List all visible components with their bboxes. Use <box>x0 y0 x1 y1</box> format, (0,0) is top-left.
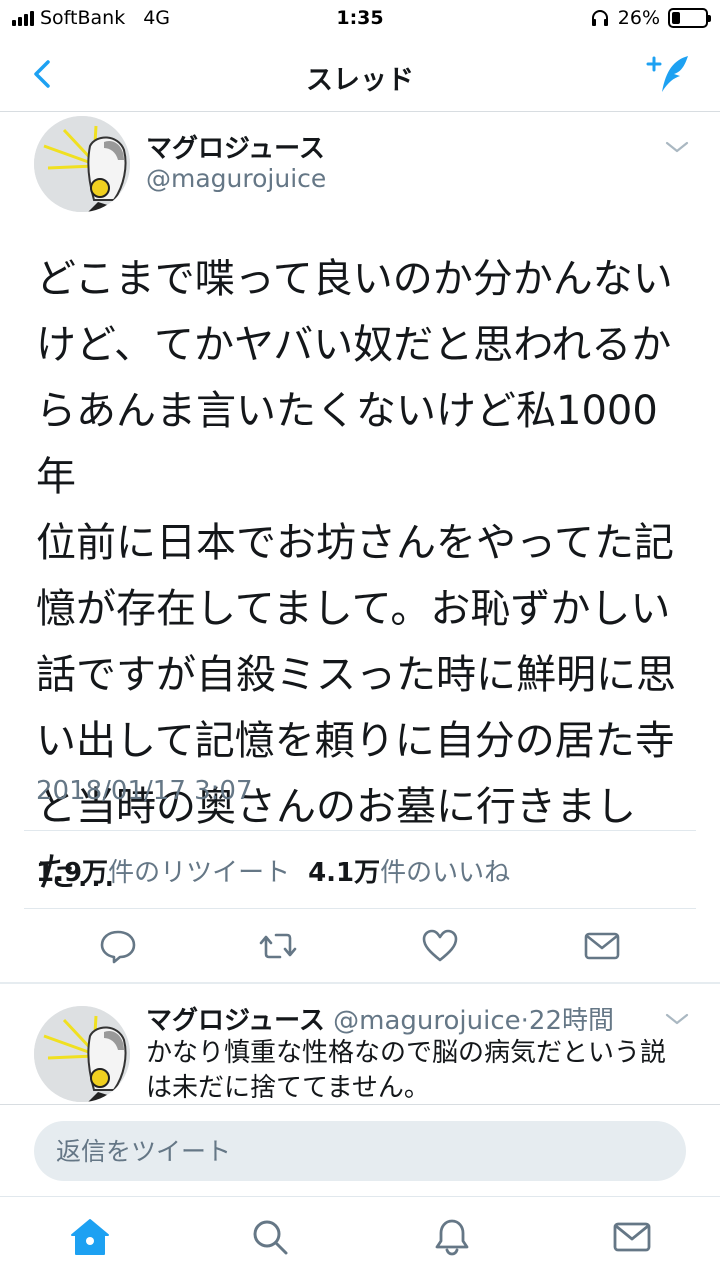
reply-composer <box>0 1104 720 1196</box>
retweet-count: 1.9万 <box>36 858 109 888</box>
reply-author-name[interactable]: マグロジュース <box>146 1006 325 1036</box>
reply-separator: · <box>520 1006 529 1036</box>
headphones-icon <box>591 10 608 26</box>
like-label: 件のいいね <box>380 858 511 888</box>
chevron-down-icon[interactable] <box>664 138 690 156</box>
reply-avatar[interactable] <box>34 1006 130 1102</box>
section-separator <box>0 982 720 984</box>
battery-icon <box>668 8 711 28</box>
author-name[interactable]: マグロジュース <box>146 128 325 165</box>
reply-header: マグロジュース @magurojuice·22時間 <box>146 1000 614 1037</box>
like-count: 4.1万 <box>308 858 381 888</box>
avatar-illustration <box>34 1006 130 1102</box>
reply-author-handle[interactable]: @magurojuice <box>333 1006 520 1036</box>
reply-text: かなり慎重な性格なので脳の病気だという説は未だに捨ててません。 <box>146 1038 667 1103</box>
avatar-illustration <box>34 116 130 212</box>
nav-bar: スレッド <box>0 38 720 112</box>
messages-icon[interactable] <box>612 1217 652 1257</box>
retweet-icon[interactable] <box>258 926 298 966</box>
reply-time: 22時間 <box>528 1006 614 1036</box>
message-icon[interactable] <box>582 926 622 966</box>
author-handle[interactable]: @magurojuice <box>146 164 326 193</box>
reply-input[interactable] <box>34 1121 686 1181</box>
divider <box>24 830 696 831</box>
home-icon[interactable] <box>70 1217 110 1257</box>
status-right: 26% <box>590 7 711 29</box>
notifications-icon[interactable] <box>432 1217 472 1257</box>
tweet-text: どこまで喋って良いのか分かんない けど、てかヤバい奴だと思われるか らあんま言い… <box>36 256 676 896</box>
search-icon[interactable] <box>250 1217 290 1257</box>
battery-percent: 26% <box>617 7 660 29</box>
retweet-stat[interactable]: 1.9万件のリツイート <box>36 852 290 889</box>
tweet-stats: 1.9万件のリツイート 4.1万件のいいね <box>36 852 510 889</box>
retweet-label: 件のリツイート <box>108 858 291 888</box>
like-icon[interactable] <box>420 926 460 966</box>
status-bar: SoftBank 4G 1:35 26% <box>0 0 720 38</box>
like-stat[interactable]: 4.1万件のいいね <box>308 852 510 889</box>
tweet-timestamp: 2018/01/17 3:07 <box>36 776 253 806</box>
nav-title: スレッド <box>306 65 414 96</box>
avatar[interactable] <box>34 116 130 212</box>
reply-icon[interactable] <box>98 926 138 966</box>
battery-fill <box>672 12 681 24</box>
divider <box>24 908 696 909</box>
compose-tweet-icon[interactable] <box>644 52 694 96</box>
tab-bar <box>0 1196 720 1280</box>
chevron-down-icon[interactable] <box>664 1010 690 1028</box>
